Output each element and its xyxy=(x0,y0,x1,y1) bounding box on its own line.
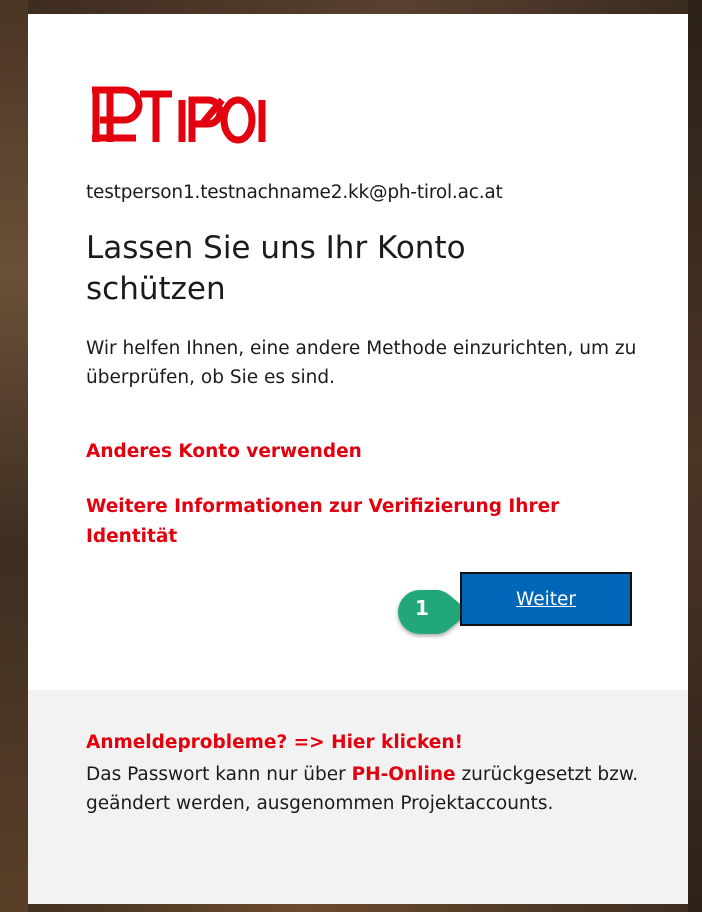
footer-help-section: Anmeldeprobleme? => Hier klicken! Das Pa… xyxy=(28,690,688,904)
background-left-edge xyxy=(0,0,28,912)
page-title: Lassen Sie uns Ihr Konto schützen xyxy=(86,230,466,307)
more-info-verification-link[interactable]: Weitere Informationen zur Verifizierung … xyxy=(86,492,626,552)
description-text: Wir helfen Ihnen, eine andere Methode ei… xyxy=(86,338,637,388)
footer-help-text: Das Passwort kann nur über PH-Online zur… xyxy=(86,760,666,818)
sign-in-problems-link[interactable]: Anmeldeprobleme? => Hier klicken! xyxy=(86,732,463,753)
step-marker-number: 1 xyxy=(415,596,429,620)
sign-in-card: testperson1.testnachname2.kk@ph-tirol.ac… xyxy=(28,14,688,904)
ph-tirol-logo xyxy=(92,86,266,144)
next-button[interactable]: Weiter xyxy=(460,572,632,626)
account-email: testperson1.testnachname2.kk@ph-tirol.ac… xyxy=(86,182,503,203)
footer-text-before: Das Passwort kann nur über xyxy=(86,764,352,785)
use-other-account-link[interactable]: Anderes Konto verwenden xyxy=(86,437,362,467)
ph-online-link[interactable]: PH-Online xyxy=(352,764,456,785)
background-right-edge xyxy=(688,0,702,912)
